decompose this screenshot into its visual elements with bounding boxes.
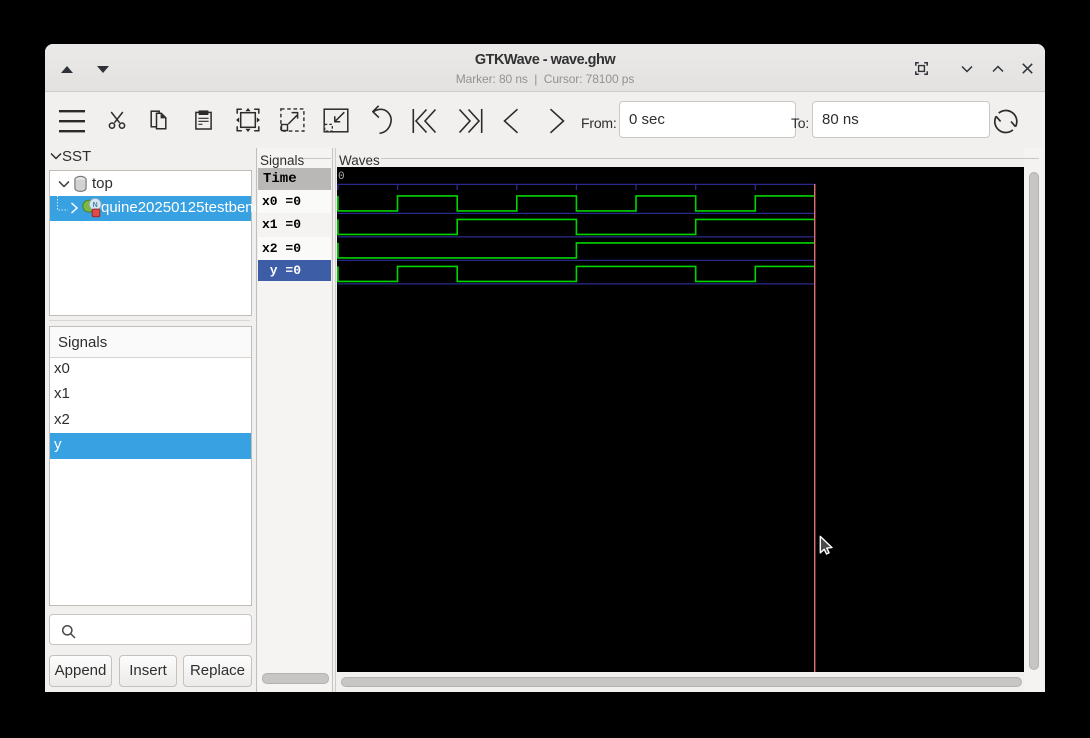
svg-text:N: N [93, 202, 98, 209]
svg-text:0: 0 [338, 171, 345, 183]
